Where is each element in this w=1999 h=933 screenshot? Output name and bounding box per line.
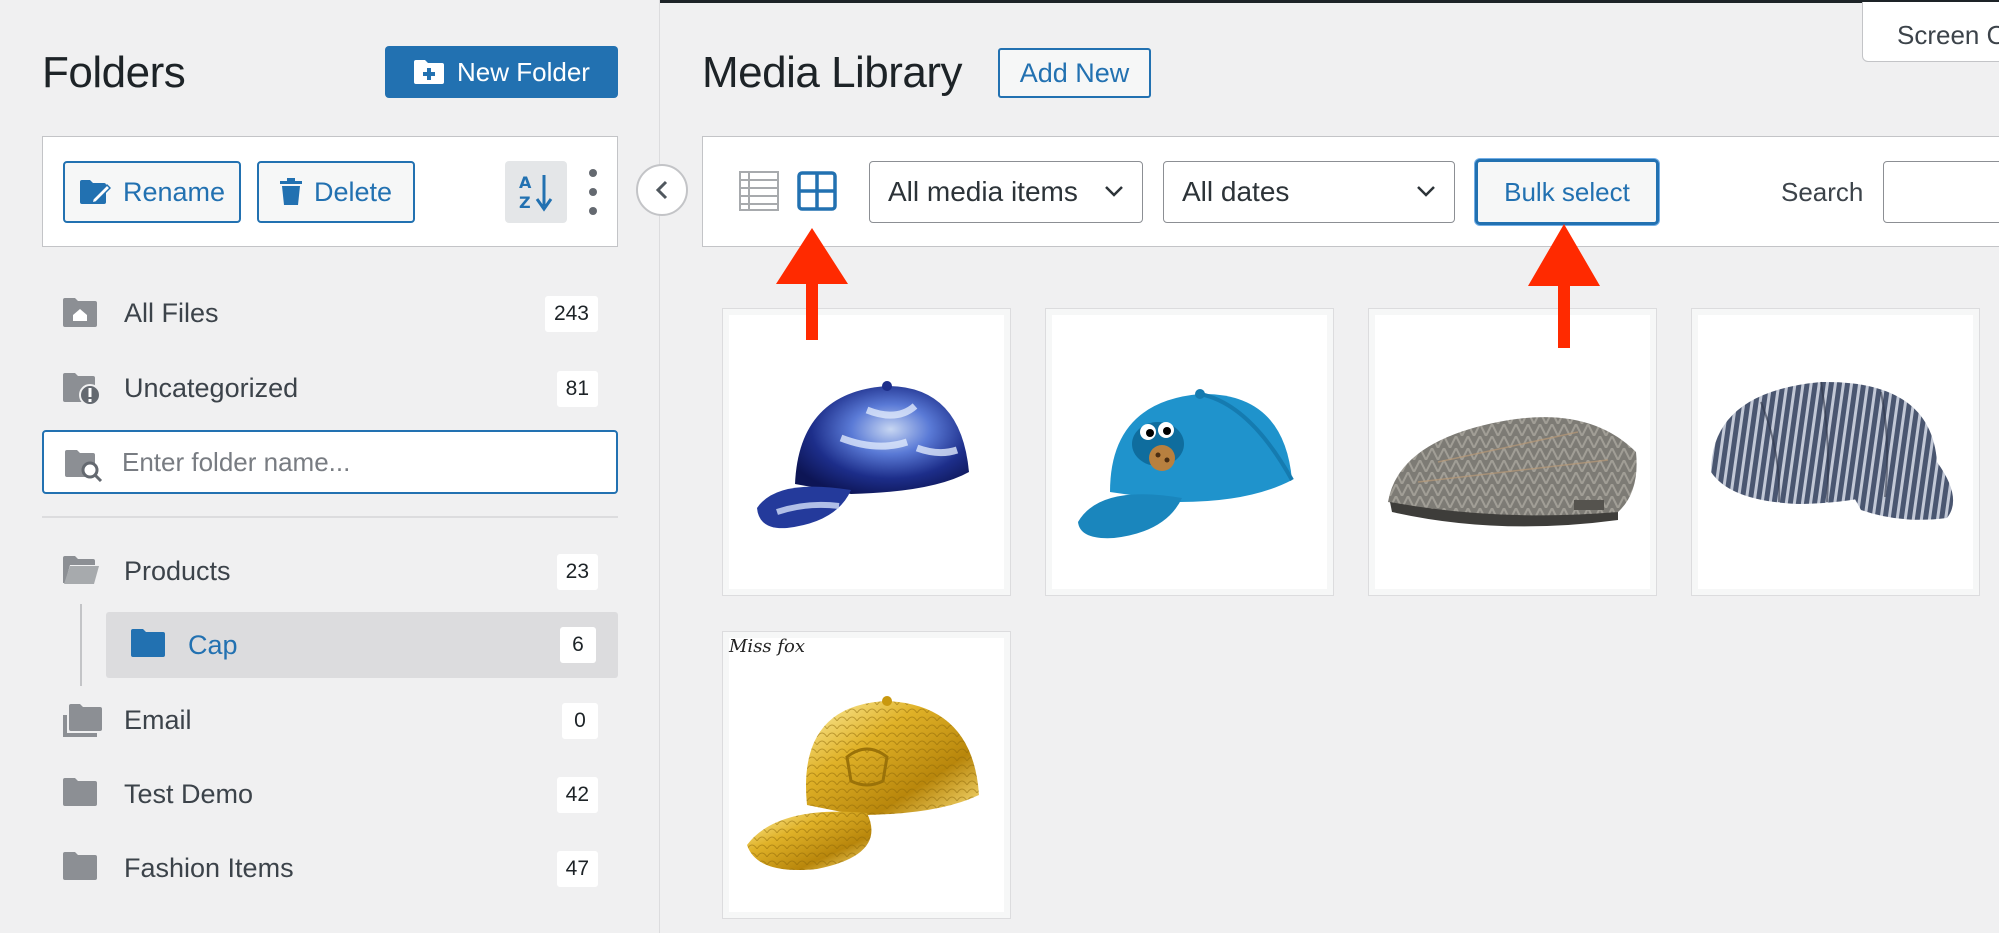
folder-item-uncategorized[interactable]: Uncategorized 81 <box>42 357 618 419</box>
folder-open-icon <box>63 556 99 584</box>
media-thumbnail[interactable] <box>722 308 1011 596</box>
folder-count: 0 <box>562 703 598 739</box>
new-folder-label: New Folder <box>457 56 590 87</box>
media-thumbnail[interactable] <box>1691 308 1980 596</box>
list-view-button[interactable] <box>739 171 779 216</box>
annotation-arrow-icon <box>776 228 848 340</box>
grid-view-button[interactable] <box>797 171 837 216</box>
chevron-down-icon <box>1105 186 1123 197</box>
folder-icon <box>63 852 97 880</box>
folder-icon <box>131 629 165 657</box>
folder-item-cap[interactable]: Cap 6 <box>106 612 618 678</box>
cookie-monster-cap-image <box>1077 389 1294 539</box>
sidebar-title: Folders <box>42 48 186 97</box>
tree-connector <box>80 604 82 686</box>
folder-stack-icon <box>63 704 102 737</box>
folder-count: 243 <box>544 296 598 332</box>
chevron-down-icon <box>1417 186 1435 197</box>
folder-label: All Files <box>124 297 219 328</box>
folder-icon <box>63 778 97 806</box>
chevron-left-icon <box>655 180 668 200</box>
striped-engineer-cap-image <box>1710 381 1953 520</box>
trash-icon <box>279 178 302 205</box>
sort-button[interactable]: A Z <box>505 161 567 223</box>
dates-select[interactable]: All dates <box>1163 161 1455 223</box>
page-title: Media Library <box>702 48 963 97</box>
rename-icon <box>79 180 111 205</box>
folder-label: Email <box>124 704 192 735</box>
sidebar-divider <box>42 516 618 518</box>
dot-icon <box>589 207 597 215</box>
media-filter-bar: All media items All dates Bulk select Se… <box>702 136 1999 247</box>
search-label: Search <box>1781 177 1864 207</box>
folder-item-products[interactable]: Products 23 <box>42 540 618 602</box>
folder-count: 23 <box>556 554 598 590</box>
herringbone-flat-cap-image <box>1387 417 1637 527</box>
dates-value: All dates <box>1182 176 1290 207</box>
folder-label: Uncategorized <box>124 372 299 403</box>
folder-plus-icon <box>414 60 445 84</box>
folder-search-icon <box>65 450 103 482</box>
folder-label: Cap <box>188 629 238 660</box>
folders-sidebar: Folders New Folder Rename Delete A Z All… <box>0 0 660 933</box>
media-thumbnail[interactable]: Miss fox <box>722 631 1011 919</box>
folder-item-fashion-items[interactable]: Fashion Items 47 <box>42 837 618 899</box>
folder-count: 47 <box>556 851 598 887</box>
sort-alpha-icon: A Z <box>519 173 553 212</box>
folder-item-email[interactable]: Email 0 <box>42 689 618 751</box>
folder-search-field[interactable] <box>42 430 618 494</box>
screen-options-tab[interactable]: Screen Options <box>1862 2 1999 62</box>
add-new-button[interactable]: Add New <box>998 48 1151 98</box>
collapse-sidebar-button[interactable] <box>636 164 688 216</box>
folder-item-test-demo[interactable]: Test Demo 42 <box>42 763 618 825</box>
svg-text:Z: Z <box>519 193 531 212</box>
folder-label: Products <box>124 555 231 586</box>
media-type-select[interactable]: All media items <box>869 161 1143 223</box>
folder-count: 6 <box>560 627 596 663</box>
media-thumbnail[interactable] <box>1368 308 1657 596</box>
delete-label: Delete <box>313 176 393 207</box>
folder-item-all-files[interactable]: All Files 243 <box>42 282 618 344</box>
more-options-button[interactable] <box>583 169 603 215</box>
svg-text:A: A <box>519 173 532 192</box>
media-thumbnail[interactable] <box>1045 308 1334 596</box>
folder-count: 42 <box>556 777 598 813</box>
media-type-value: All media items <box>888 176 1078 207</box>
dot-icon <box>589 188 597 196</box>
new-folder-button[interactable]: New Folder <box>385 46 618 98</box>
folder-count: 81 <box>556 371 598 407</box>
folder-label: Test Demo <box>124 778 254 809</box>
media-search-input[interactable] <box>1883 161 1999 223</box>
annotation-arrow-icon <box>1528 224 1600 348</box>
folder-alert-icon <box>63 373 101 405</box>
folder-home-icon <box>63 298 97 327</box>
list-view-icon <box>739 171 779 211</box>
rename-label: Rename <box>122 176 226 207</box>
delete-button[interactable]: Delete <box>257 161 415 223</box>
gold-snapback-cap-image <box>746 696 979 870</box>
grid-view-icon <box>797 171 837 211</box>
folder-toolbar: Rename Delete A Z <box>42 136 618 247</box>
folder-label: Fashion Items <box>124 852 294 883</box>
brand-watermark-text: Miss fox <box>729 636 806 657</box>
tie-dye-cap-image <box>756 381 969 529</box>
dot-icon <box>589 169 597 177</box>
rename-button[interactable]: Rename <box>63 161 241 223</box>
folder-search-input[interactable] <box>122 440 602 484</box>
bulk-select-button[interactable]: Bulk select <box>1475 159 1659 225</box>
